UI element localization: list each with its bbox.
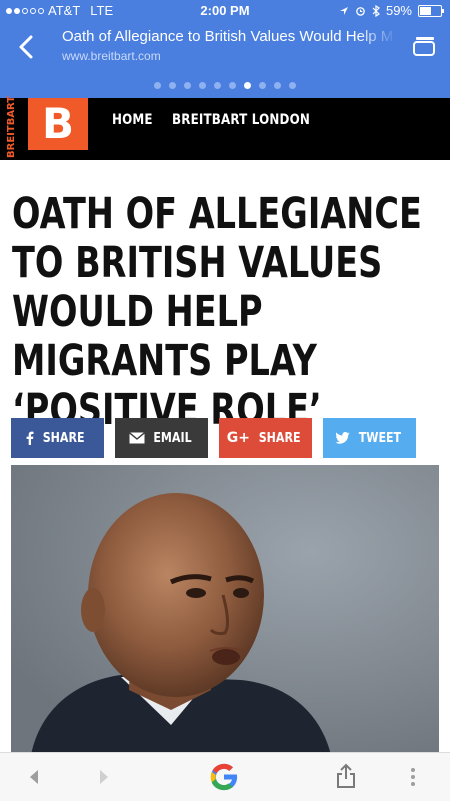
article-headline: OATH OF ALLEGIANCE TO BRITISH VALUES WOU… xyxy=(12,189,422,435)
envelope-icon xyxy=(128,432,145,444)
story-pager xyxy=(0,82,450,89)
site-navbar: BREITBART B HOME BREITBART LONDON xyxy=(0,95,450,160)
speaker-portrait-image xyxy=(11,465,439,755)
facebook-share-button[interactable]: SHARE xyxy=(11,418,104,458)
article-photo xyxy=(11,465,439,755)
google-logo-icon[interactable] xyxy=(207,760,241,794)
forward-arrow-icon[interactable] xyxy=(98,769,110,785)
tweet-label: TWEET xyxy=(358,430,401,446)
share-label: SHARE xyxy=(43,430,85,446)
breitbart-logo[interactable]: BREITBART B xyxy=(6,95,90,160)
amp-page-url: www.breitbart.com xyxy=(62,49,161,63)
twitter-share-button[interactable]: TWEET xyxy=(323,418,416,458)
pager-dot[interactable] xyxy=(199,82,206,89)
tabs-icon[interactable] xyxy=(412,36,436,56)
status-bar: AT&T LTE 2:00 PM 59% xyxy=(0,0,450,22)
amp-page-title[interactable]: Oath of Allegiance to British Values Wou… xyxy=(62,28,397,45)
browser-toolbar xyxy=(0,752,450,801)
facebook-icon xyxy=(26,431,34,445)
pager-dot[interactable] xyxy=(229,82,236,89)
location-icon xyxy=(339,6,348,15)
more-options-icon[interactable] xyxy=(410,767,416,787)
back-chevron-icon[interactable] xyxy=(14,34,40,60)
pager-dot[interactable] xyxy=(214,82,221,89)
google-plus-share-button[interactable]: G+ SHARE xyxy=(219,418,312,458)
logo-letter: B xyxy=(28,98,88,150)
share-icon[interactable] xyxy=(336,763,356,789)
pager-dot[interactable] xyxy=(244,82,251,89)
pager-dot[interactable] xyxy=(289,82,296,89)
nav-link-breitbart-london[interactable]: BREITBART LONDON xyxy=(172,112,310,128)
battery-percent: 59% xyxy=(385,3,412,18)
pager-dot[interactable] xyxy=(184,82,191,89)
twitter-icon xyxy=(334,432,350,444)
email-share-button[interactable]: EMAIL xyxy=(115,418,208,458)
pager-dot[interactable] xyxy=(169,82,176,89)
pager-dot[interactable] xyxy=(274,82,281,89)
pager-dot[interactable] xyxy=(259,82,266,89)
nav-link-home[interactable]: HOME xyxy=(112,112,153,128)
share-label: SHARE xyxy=(258,430,301,446)
amp-header: AT&T LTE 2:00 PM 59% Oath of Allegiance … xyxy=(0,0,450,98)
google-plus-icon: G+ xyxy=(226,430,251,446)
bluetooth-icon xyxy=(372,4,380,17)
logo-wordmark: BREITBART xyxy=(6,95,17,158)
alarm-icon xyxy=(356,7,365,16)
back-arrow-icon[interactable] xyxy=(28,769,40,785)
email-label: EMAIL xyxy=(152,430,192,446)
battery-icon xyxy=(418,4,444,17)
pager-dot[interactable] xyxy=(154,82,161,89)
